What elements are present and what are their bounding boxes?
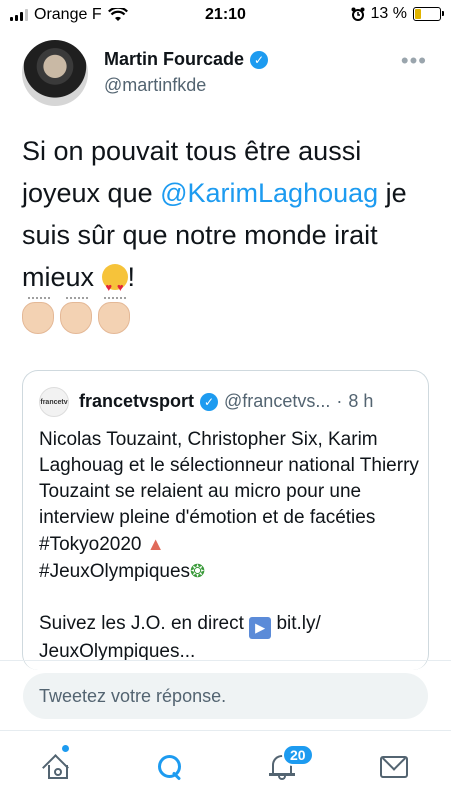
tweet-text-end: ! — [127, 262, 136, 292]
reply-divider — [0, 660, 451, 661]
quoted-name: francetvsport — [79, 391, 195, 411]
tokyo-tower-emoji-icon: ▲ — [146, 534, 165, 554]
laurel-wreath-emoji-icon: ❂ — [190, 561, 206, 581]
tab-messages[interactable] — [374, 749, 414, 785]
quoted-text-line1: Nicolas Touzaint, Christopher Six, Karim… — [39, 429, 424, 555]
quoted-avatar: francetv sport — [39, 387, 69, 417]
battery-icon — [413, 7, 444, 21]
more-horizontal-icon[interactable]: ••• — [401, 48, 427, 74]
quoted-hashtag: #JeuxOlympiques — [39, 561, 191, 582]
status-bar: Orange F 21:10 13 % — [0, 0, 451, 30]
author-name-row[interactable]: Martin Fourcade ✓ — [104, 49, 269, 70]
author-handle[interactable]: @martinfkde — [104, 75, 206, 96]
clapping-hands-emoji-icon — [98, 297, 130, 334]
play-button-emoji-icon: ▶ — [249, 617, 272, 639]
clapping-hands-emoji-icon — [22, 297, 54, 334]
home-unread-dot — [62, 745, 69, 752]
verified-badge-icon: ✓ — [200, 392, 219, 411]
clapping-hands-emoji-icon — [60, 297, 92, 334]
verified-badge-icon: ✓ — [250, 50, 269, 69]
notifications-badge: 20 — [282, 744, 314, 766]
author-name: Martin Fourcade — [104, 49, 245, 69]
quoted-time: 8 h — [348, 391, 374, 411]
tab-bar — [0, 730, 451, 800]
home-icon — [42, 754, 72, 781]
search-icon — [157, 754, 183, 780]
status-right: 13 % — [351, 5, 444, 23]
battery-percent: 13 % — [370, 5, 407, 22]
tab-search[interactable] — [150, 749, 190, 785]
author-avatar[interactable] — [22, 40, 88, 106]
tab-home[interactable] — [38, 749, 78, 785]
quoted-header: francetvsport ✓ @francetvs... · 8 h — [79, 391, 373, 412]
quoted-separator: · — [336, 391, 343, 411]
quoted-handle: @francetvs... — [224, 391, 331, 411]
reply-input[interactable]: Tweetez votre réponse. — [23, 673, 428, 719]
tweet-text: Si on pouvait tous être aussi joyeux que… — [22, 130, 432, 309]
clap-emoji-row — [22, 297, 130, 334]
quoted-tweet-card[interactable]: francetv sport francetvsport ✓ @francetv… — [22, 370, 429, 670]
mail-icon — [380, 756, 408, 778]
quoted-text: Nicolas Touzaint, Christopher Six, Karim… — [39, 427, 419, 665]
battery-fill — [415, 9, 421, 19]
quoted-cta: Suivez les J.O. en direct — [39, 613, 244, 634]
alarm-icon — [351, 7, 365, 21]
mention-link[interactable]: @KarimLaghouag — [160, 178, 378, 208]
heart-eyes-emoji-icon — [101, 264, 128, 309]
